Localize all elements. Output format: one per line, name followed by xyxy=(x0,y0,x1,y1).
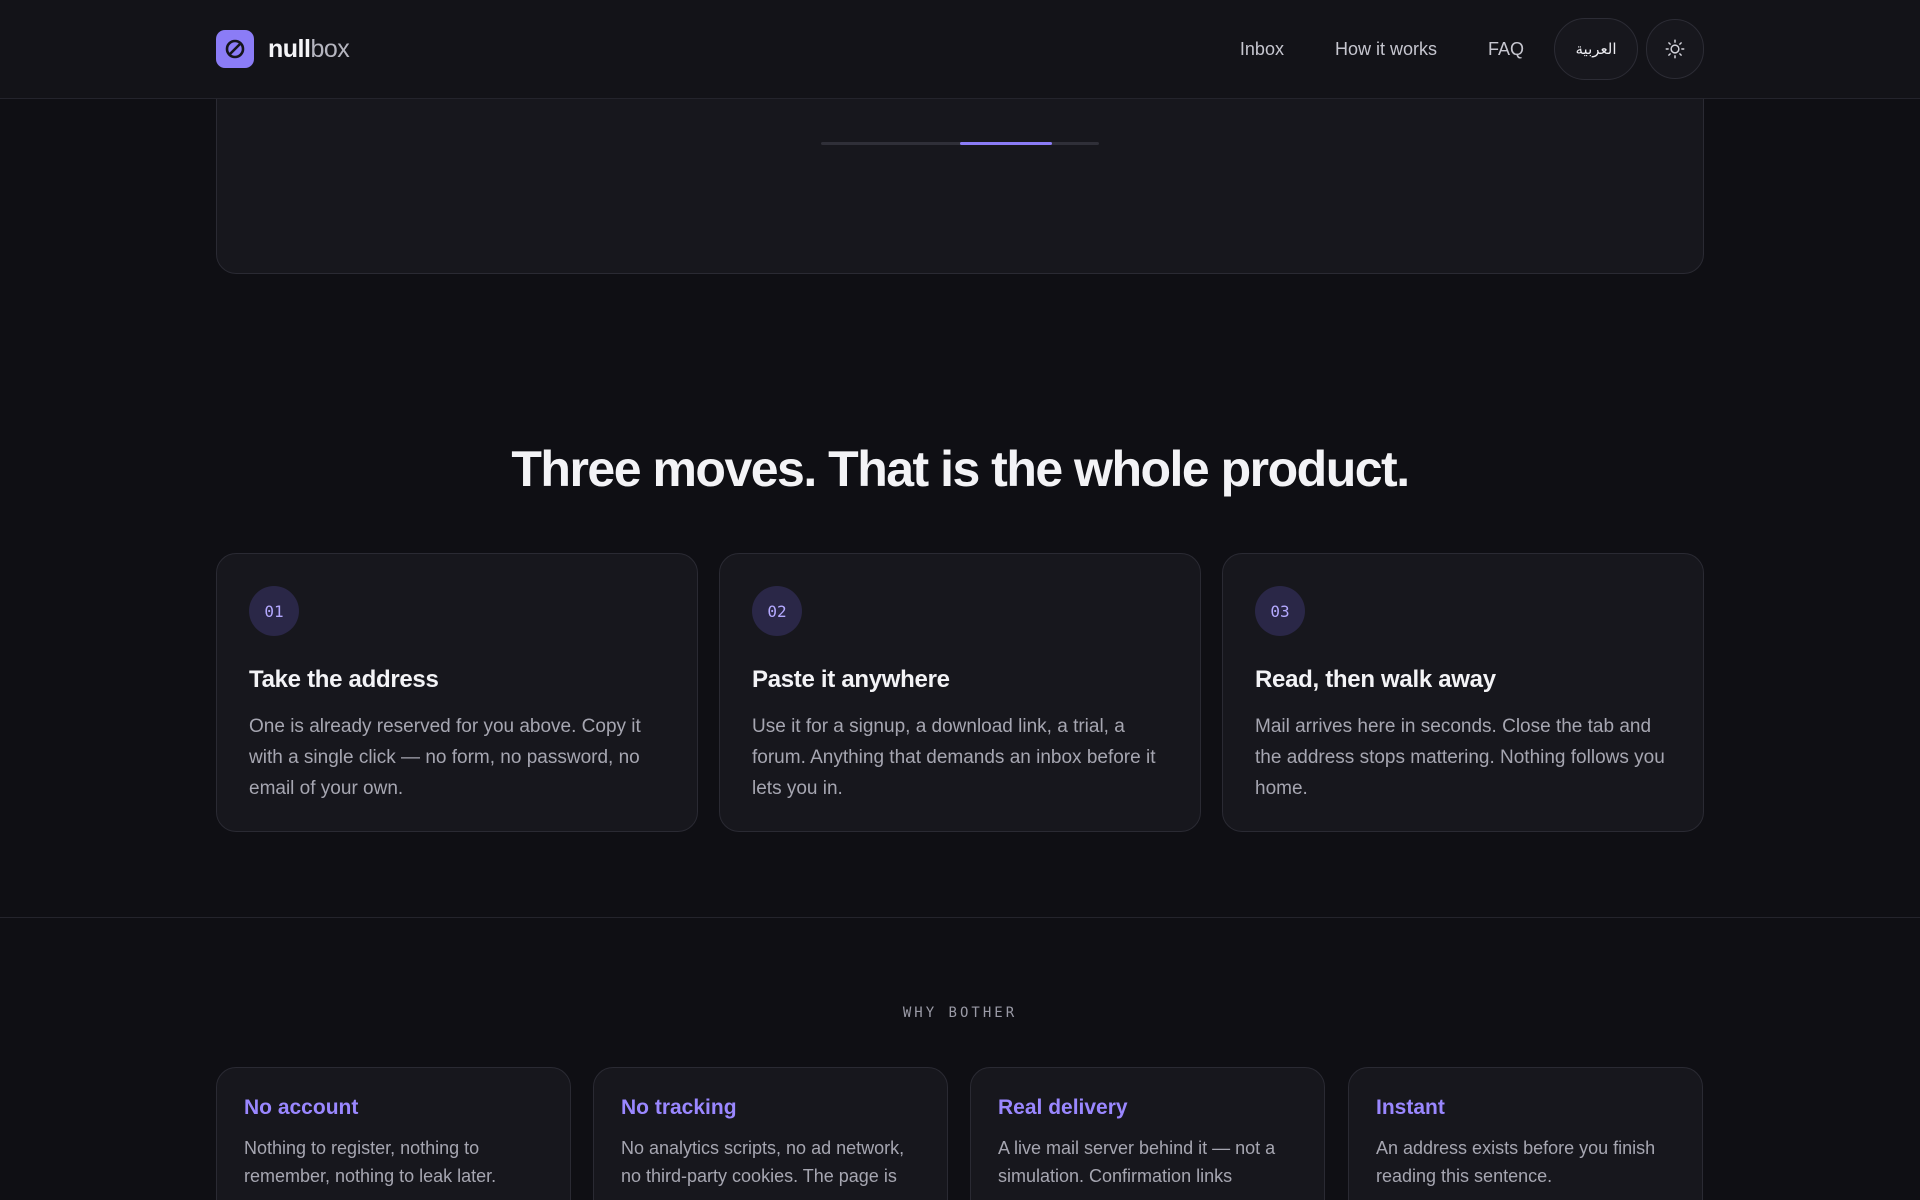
step-description: Use it for a signup, a download link, a … xyxy=(752,716,1156,799)
why-card-instant: Instant An address exists before you fin… xyxy=(1348,1067,1703,1200)
step-description: One is already reserved for you above. C… xyxy=(249,716,641,799)
theme-toggle-button[interactable] xyxy=(1646,19,1704,79)
step-card-2: 02 Paste it anywhere Use it for a signup… xyxy=(719,553,1201,832)
section-divider xyxy=(0,917,1920,918)
why-card-title: Instant xyxy=(1376,1096,1445,1119)
why-card-title: Real delivery xyxy=(998,1096,1128,1119)
hero-progress-fill xyxy=(960,142,1052,145)
why-card-description: An address exists before you finish read… xyxy=(1376,1138,1656,1186)
step-title: Read, then walk away xyxy=(1255,666,1496,693)
hero-progress-track xyxy=(821,142,1099,145)
step-title: Paste it anywhere xyxy=(752,666,950,693)
step-description: Mail arrives here in seconds. Close the … xyxy=(1255,716,1665,799)
site-header: nullbox Inbox How it works FAQ العربية xyxy=(0,0,1920,99)
null-sign-icon xyxy=(216,30,254,68)
main-nav: Inbox How it works FAQ العربية xyxy=(1240,18,1704,80)
step-title: Take the address xyxy=(249,666,439,693)
why-card-description: Nothing to register, nothing to remember… xyxy=(244,1138,497,1186)
nav-link-how-it-works[interactable]: How it works xyxy=(1335,39,1437,60)
why-card-no-account: No account Nothing to register, nothing … xyxy=(216,1067,571,1200)
brand-name-light: box xyxy=(310,34,350,63)
brand-name: nullbox xyxy=(268,34,350,64)
step-number-badge: 01 xyxy=(249,586,299,636)
steps-section-title: Three moves. That is the whole product. xyxy=(511,441,1410,497)
nav-link-inbox[interactable]: Inbox xyxy=(1240,39,1284,60)
why-card-title: No tracking xyxy=(621,1096,737,1119)
why-card-description: A live mail server behind it — not a sim… xyxy=(998,1138,1276,1186)
language-toggle-button[interactable]: العربية xyxy=(1554,18,1638,80)
nav-link-faq[interactable]: FAQ xyxy=(1488,39,1524,60)
step-card-1: 01 Take the address One is already reser… xyxy=(216,553,698,832)
brand-logo[interactable]: nullbox xyxy=(216,30,350,68)
why-card-no-tracking: No tracking No analytics scripts, no ad … xyxy=(593,1067,948,1200)
sun-icon xyxy=(1665,39,1685,59)
brand-name-strong: null xyxy=(268,34,311,63)
why-card-title: No account xyxy=(244,1096,359,1119)
why-card-description: No analytics scripts, no ad network, no … xyxy=(621,1138,905,1186)
why-card-real-delivery: Real delivery A live mail server behind … xyxy=(970,1067,1325,1200)
step-card-3: 03 Read, then walk away Mail arrives her… xyxy=(1222,553,1704,832)
why-section-eyebrow: WHY BOTHER xyxy=(902,1005,1018,1021)
step-number-badge: 02 xyxy=(752,586,802,636)
step-number-badge: 03 xyxy=(1255,586,1305,636)
